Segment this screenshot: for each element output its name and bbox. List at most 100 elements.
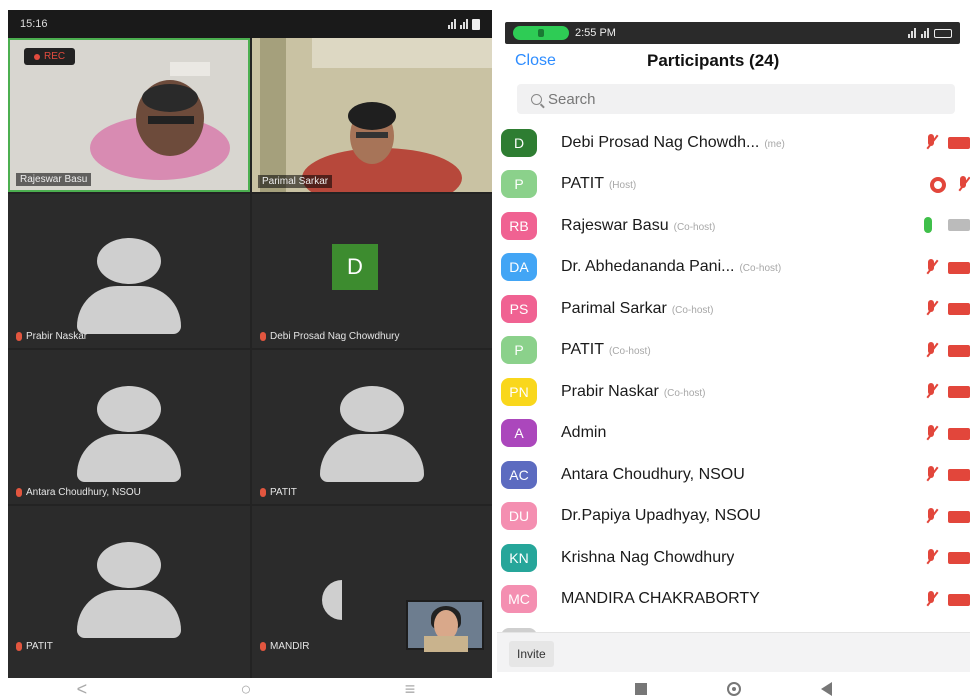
participant-role: (Co-host) [671, 304, 714, 316]
status-icons [448, 18, 480, 30]
mic-muted-icon [924, 424, 938, 443]
bottom-toolbar: Invite [497, 632, 970, 672]
mic-muted-icon [924, 590, 938, 609]
participant-avatar: RB [501, 211, 537, 240]
participant-name: PATIT [561, 341, 604, 359]
back-nav-button[interactable]: < [77, 679, 88, 700]
video-tile-prabir[interactable]: Prabir Naskar [8, 194, 250, 348]
participant-row[interactable]: P PATIT (Host) [497, 164, 970, 206]
back-nav-button[interactable] [821, 682, 832, 696]
mic-muted-icon [924, 341, 938, 360]
video-tile-mandir[interactable]: MANDIR [252, 506, 492, 678]
video-tile-rajeswar[interactable]: REC Rajeswar Basu [8, 38, 250, 192]
mic-muted-icon [260, 642, 266, 651]
signal-icon [921, 28, 929, 38]
video-tile-parimal[interactable]: Parimal Sarkar [252, 38, 492, 208]
camera-off-icon [948, 386, 970, 398]
avatar-placeholder-icon [322, 580, 342, 620]
participant-list: D Debi Prosad Nag Chowdh... (me) P PATIT (Hos… [497, 122, 970, 620]
video-tile-antara[interactable]: Antara Choudhury, NSOU [8, 350, 250, 504]
video-feed [252, 38, 492, 208]
signal-icon [460, 19, 468, 29]
avatar-placeholder-icon [97, 542, 161, 588]
participant-name: Krishna Nag Chowdhury [561, 548, 735, 566]
mic-muted-icon [924, 258, 938, 277]
participant-status-icons [924, 258, 970, 277]
participant-avatar: A [501, 419, 537, 448]
tile-label: PATIT [16, 641, 53, 652]
preview-shirt [424, 636, 468, 652]
participant-status-icons [924, 549, 970, 567]
participant-role: (Co-host) [608, 346, 651, 358]
participant-avatar: PS [501, 294, 537, 323]
tile-name: PATIT [26, 641, 53, 652]
close-button[interactable]: Close [515, 52, 556, 70]
participant-row[interactable]: P PATIT (Co-host) [497, 330, 970, 372]
participant-name-cell: Admin [561, 424, 606, 442]
camera-off-icon [948, 510, 970, 523]
camera-off-icon [948, 303, 970, 315]
tile-label: MANDIR [260, 641, 309, 652]
participant-name: Dr.Papiya Upadhyay, NSOU [561, 507, 761, 525]
avatar-placeholder-body [320, 434, 424, 482]
tile-name: Debi Prosad Nag Chowdhury [270, 331, 400, 342]
participant-name-cell: PATIT (Host) [561, 175, 636, 193]
invite-button[interactable]: Invite [509, 641, 554, 667]
participant-row[interactable]: MC MANDIRA CHAKRABORTY [497, 579, 970, 621]
participant-status-icons [930, 175, 970, 194]
participant-row[interactable]: A Admin [497, 413, 970, 455]
participant-name-cell: Prabir Naskar (Co-host) [561, 383, 706, 401]
search-placeholder: Search [548, 90, 596, 108]
participant-status-icons [924, 341, 970, 360]
participant-row[interactable]: DU Dr.Papiya Upadhyay, NSOU [497, 496, 970, 538]
home-nav-button[interactable] [727, 682, 741, 696]
camera-off-icon [948, 137, 970, 149]
participant-role: (Co-host) [739, 263, 782, 275]
participant-avatar: DU [501, 502, 537, 531]
tile-name: Antara Choudhury, NSOU [26, 487, 141, 498]
recents-nav-button[interactable] [635, 683, 647, 695]
mic-muted-icon [924, 507, 938, 526]
camera-off-icon [948, 552, 970, 564]
participant-row[interactable]: KN Krishna Nag Chowdhury [497, 537, 970, 579]
recents-nav-button[interactable]: ≡ [405, 679, 416, 700]
gallery-view-phone: 15:16 REC Rajeswar Basu Parimal Sarkar P… [0, 0, 492, 700]
participant-status-icons [924, 134, 970, 152]
participant-avatar: D [501, 128, 537, 157]
participant-status-icons [924, 424, 970, 443]
participant-avatar: KN [501, 543, 537, 572]
mic-muted-icon [260, 332, 266, 341]
participants-header: Close Participants (24) [497, 48, 970, 78]
search-icon [531, 93, 542, 105]
mic-muted-icon [924, 134, 938, 152]
participant-row[interactable]: AC Antara Choudhury, NSOU [497, 454, 970, 496]
participant-row[interactable]: DA Dr. Abhedananda Pani... (Co-host) [497, 247, 970, 289]
participant-name: PATIT [561, 175, 604, 193]
participant-name-cell: Debi Prosad Nag Chowdh... (me) [561, 134, 785, 152]
participant-row[interactable]: PS Parimal Sarkar (Co-host) [497, 288, 970, 330]
search-input[interactable]: Search [517, 84, 955, 114]
record-dot-icon [34, 53, 40, 60]
camera-off-icon [948, 593, 970, 606]
mic-muted-icon [16, 642, 22, 651]
status-time: 2:55 PM [575, 27, 616, 39]
home-nav-button[interactable]: ○ [241, 679, 252, 700]
tile-label: Debi Prosad Nag Chowdhury [260, 331, 410, 342]
participant-name-cell: Dr. Abhedananda Pani... (Co-host) [561, 258, 781, 276]
call-active-pill-icon[interactable] [513, 26, 569, 40]
participant-status-icons [924, 383, 970, 401]
participant-name: Prabir Naskar [561, 382, 659, 400]
self-preview-thumbnail[interactable] [406, 600, 484, 652]
video-tile-debi[interactable]: D Debi Prosad Nag Chowdhury [252, 194, 492, 348]
video-tile-patit[interactable]: PATIT [252, 350, 492, 504]
participant-row[interactable]: PN Prabir Naskar (Co-host) [497, 371, 970, 413]
participant-avatar: P [501, 170, 537, 199]
camera-off-icon [948, 427, 970, 440]
android-nav-bar [497, 678, 970, 700]
participant-row[interactable]: D Debi Prosad Nag Chowdh... (me) [497, 122, 970, 164]
participant-name: Parimal Sarkar [561, 299, 667, 317]
participant-row[interactable]: RB Rajeswar Basu (Co-host) [497, 205, 970, 247]
participant-status-icons [924, 217, 970, 233]
video-tile-patit-2[interactable]: PATIT [8, 506, 250, 678]
participant-name-cell: Antara Choudhury, NSOU [561, 466, 745, 484]
